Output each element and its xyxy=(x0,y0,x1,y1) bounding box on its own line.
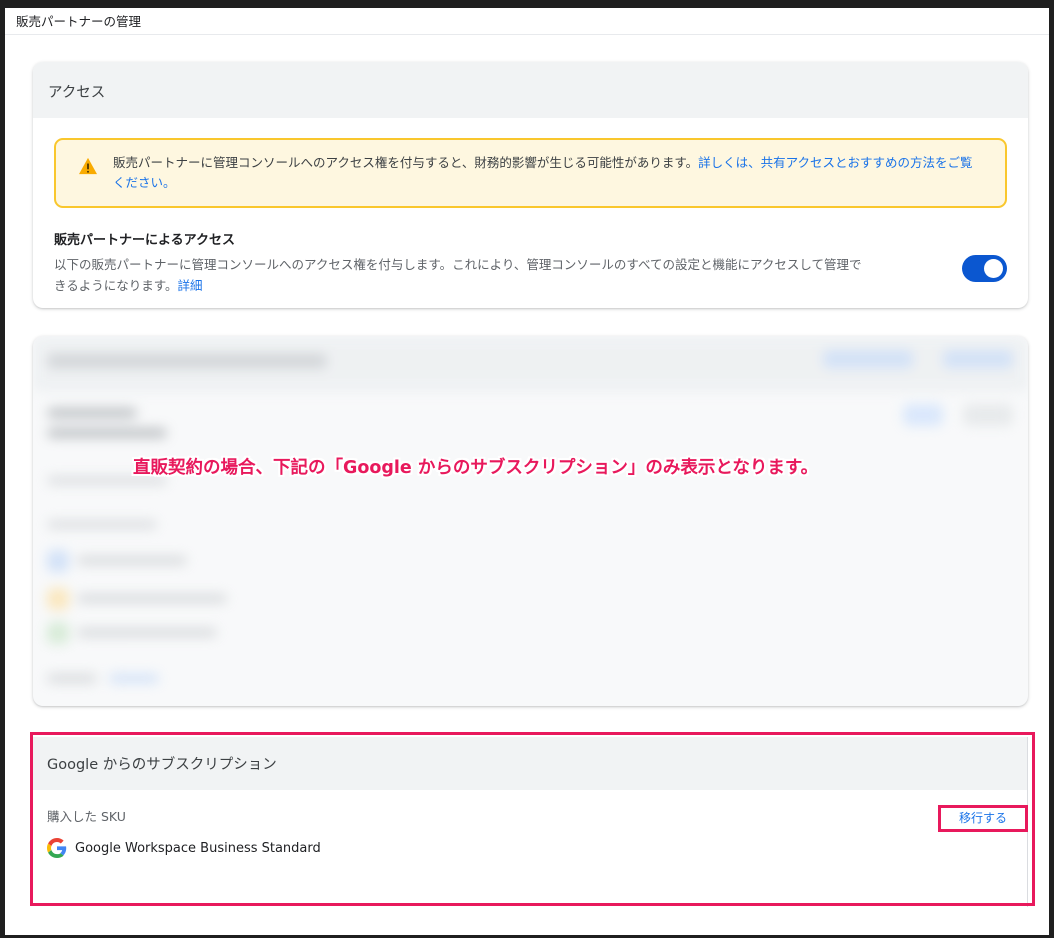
subscription-card: Google からのサブスクリプション 購入した SKU Google Work… xyxy=(33,737,1028,907)
warning-banner: 販売パートナーに管理コンソールへのアクセス権を付与すると、財務的影響が生じる可能… xyxy=(54,138,1007,208)
warning-icon xyxy=(79,157,97,175)
toggle-knob xyxy=(984,259,1003,278)
warning-text: 販売パートナーに管理コンソールへのアクセス権を付与すると、財務的影響が生じる可能… xyxy=(113,155,699,170)
sku-label: 購入した SKU xyxy=(47,809,126,824)
blurred-content xyxy=(33,336,1028,706)
google-logo-icon xyxy=(47,838,67,858)
divider xyxy=(5,34,1049,35)
partner-access-toggle[interactable] xyxy=(962,255,1007,282)
sku-row: Google Workspace Business Standard xyxy=(47,838,321,858)
annotation-text: 直販契約の場合、下記の「Google からのサブスクリプション」のみ表示となりま… xyxy=(133,458,819,478)
partner-access-title: 販売パートナーによるアクセス xyxy=(54,233,235,248)
access-card: アクセス 販売パートナーに管理コンソールへのアクセス権を付与すると、財務的影響が… xyxy=(33,62,1028,308)
access-card-header: アクセス xyxy=(33,62,1028,118)
page: 販売パートナーの管理 アクセス 販売パートナーに管理コンソールへのアクセス権を付… xyxy=(5,8,1049,935)
details-link[interactable]: 詳細 xyxy=(178,278,203,293)
page-title: 販売パートナーの管理 xyxy=(16,14,142,29)
partner-access-description-text: 以下の販売パートナーに管理コンソールへのアクセス権を付与します。これにより、管理… xyxy=(54,257,862,293)
blurred-card xyxy=(33,336,1028,706)
subscription-card-header: Google からのサブスクリプション xyxy=(33,737,1027,790)
sku-name: Google Workspace Business Standard xyxy=(75,840,321,856)
migrate-button[interactable]: 移行する xyxy=(938,805,1028,832)
partner-access-description: 以下の販売パートナーに管理コンソールへのアクセス権を付与します。これにより、管理… xyxy=(54,254,874,296)
